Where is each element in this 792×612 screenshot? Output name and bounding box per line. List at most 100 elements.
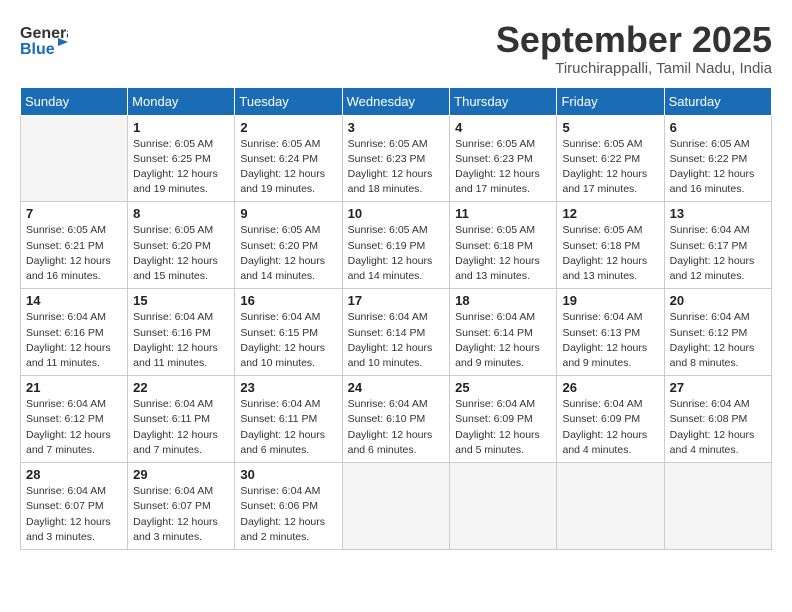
calendar-day-cell: 3 Sunrise: 6:05 AM Sunset: 6:23 PM Daylig… — [342, 115, 450, 202]
calendar-day-cell: 19Sunrise: 6:04 AM Sunset: 6:13 PM Dayli… — [557, 289, 664, 376]
calendar-week-row: 28 Sunrise: 6:04 AM Sunset: 6:07 PM Dayli… — [21, 463, 772, 550]
day-info: Sunrise: 6:04 AM Sunset: 6:10 PM Dayligh… — [348, 397, 445, 458]
calendar-table: SundayMondayTuesdayWednesdayThursdayFrid… — [20, 87, 772, 550]
day-info: Sunrise: 6:04 AM Sunset: 6:11 PM Dayligh… — [240, 397, 336, 458]
calendar-day-cell: 8 Sunrise: 6:05 AM Sunset: 6:20 PM Daylig… — [128, 202, 235, 289]
calendar-week-row: 7 Sunrise: 6:05 AM Sunset: 6:21 PM Daylig… — [21, 202, 772, 289]
day-number: 20 — [670, 293, 766, 308]
day-info: Sunrise: 6:04 AM Sunset: 6:07 PM Dayligh… — [26, 484, 122, 545]
calendar-day-cell: 13 Sunrise: 6:04 AM Sunset: 6:17 PM Dayli… — [664, 202, 771, 289]
day-number: 16 — [240, 293, 336, 308]
weekday-header: Monday — [128, 87, 235, 115]
day-info: Sunrise: 6:04 AM Sunset: 6:14 PM Dayligh… — [455, 310, 551, 371]
day-info: Sunrise: 6:04 AM Sunset: 6:16 PM Dayligh… — [26, 310, 122, 371]
weekday-header: Wednesday — [342, 87, 450, 115]
calendar-week-row: 14 Sunrise: 6:04 AM Sunset: 6:16 PM Dayli… — [21, 289, 772, 376]
day-number: 13 — [670, 206, 766, 221]
day-number: 6 — [670, 120, 766, 135]
day-info: Sunrise: 6:05 AM Sunset: 6:18 PM Dayligh… — [562, 223, 658, 284]
weekday-header: Tuesday — [235, 87, 342, 115]
day-info: Sunrise: 6:04 AM Sunset: 6:08 PM Dayligh… — [670, 397, 766, 458]
day-info: Sunrise: 6:05 AM Sunset: 6:20 PM Dayligh… — [240, 223, 336, 284]
weekday-header-row: SundayMondayTuesdayWednesdayThursdayFrid… — [21, 87, 772, 115]
day-number: 5 — [562, 120, 658, 135]
calendar-day-cell — [21, 115, 128, 202]
logo-icon: General Blue — [20, 20, 68, 62]
calendar-day-cell: 28 Sunrise: 6:04 AM Sunset: 6:07 PM Dayli… — [21, 463, 128, 550]
day-info: Sunrise: 6:04 AM Sunset: 6:14 PM Dayligh… — [348, 310, 445, 371]
day-info: Sunrise: 6:05 AM Sunset: 6:25 PM Dayligh… — [133, 137, 229, 198]
calendar-day-cell: 9 Sunrise: 6:05 AM Sunset: 6:20 PM Daylig… — [235, 202, 342, 289]
day-number: 15 — [133, 293, 229, 308]
calendar-week-row: 21 Sunrise: 6:04 AM Sunset: 6:12 PM Dayli… — [21, 376, 772, 463]
title-area: September 2025 Tiruchirappalli, Tamil Na… — [496, 20, 772, 77]
weekday-header: Sunday — [21, 87, 128, 115]
day-number: 21 — [26, 380, 122, 395]
day-info: Sunrise: 6:04 AM Sunset: 6:09 PM Dayligh… — [562, 397, 658, 458]
calendar-day-cell — [342, 463, 450, 550]
svg-text:Blue: Blue — [20, 41, 55, 58]
calendar-day-cell: 20 Sunrise: 6:04 AM Sunset: 6:12 PM Dayli… — [664, 289, 771, 376]
day-info: Sunrise: 6:04 AM Sunset: 6:09 PM Dayligh… — [455, 397, 551, 458]
calendar-day-cell: 23 Sunrise: 6:04 AM Sunset: 6:11 PM Dayli… — [235, 376, 342, 463]
calendar-day-cell: 24 Sunrise: 6:04 AM Sunset: 6:10 PM Dayli… — [342, 376, 450, 463]
calendar-day-cell — [557, 463, 664, 550]
calendar-day-cell: 30Sunrise: 6:04 AM Sunset: 6:06 PM Dayli… — [235, 463, 342, 550]
day-number: 30 — [240, 467, 336, 482]
calendar-week-row: 1Sunrise: 6:05 AM Sunset: 6:25 PM Daylig… — [21, 115, 772, 202]
day-number: 8 — [133, 206, 229, 221]
day-number: 10 — [348, 206, 445, 221]
day-info: Sunrise: 6:04 AM Sunset: 6:15 PM Dayligh… — [240, 310, 336, 371]
day-info: Sunrise: 6:05 AM Sunset: 6:21 PM Dayligh… — [26, 223, 122, 284]
day-info: Sunrise: 6:04 AM Sunset: 6:12 PM Dayligh… — [670, 310, 766, 371]
calendar-day-cell: 29Sunrise: 6:04 AM Sunset: 6:07 PM Dayli… — [128, 463, 235, 550]
day-info: Sunrise: 6:04 AM Sunset: 6:11 PM Dayligh… — [133, 397, 229, 458]
day-info: Sunrise: 6:05 AM Sunset: 6:22 PM Dayligh… — [562, 137, 658, 198]
day-info: Sunrise: 6:04 AM Sunset: 6:12 PM Dayligh… — [26, 397, 122, 458]
day-number: 28 — [26, 467, 122, 482]
day-info: Sunrise: 6:05 AM Sunset: 6:23 PM Dayligh… — [348, 137, 445, 198]
day-number: 27 — [670, 380, 766, 395]
calendar-day-cell: 5 Sunrise: 6:05 AM Sunset: 6:22 PM Daylig… — [557, 115, 664, 202]
calendar-day-cell: 18 Sunrise: 6:04 AM Sunset: 6:14 PM Dayli… — [450, 289, 557, 376]
calendar-day-cell — [664, 463, 771, 550]
calendar-day-cell: 22 Sunrise: 6:04 AM Sunset: 6:11 PM Dayli… — [128, 376, 235, 463]
calendar-day-cell: 6 Sunrise: 6:05 AM Sunset: 6:22 PM Daylig… — [664, 115, 771, 202]
day-info: Sunrise: 6:04 AM Sunset: 6:17 PM Dayligh… — [670, 223, 766, 284]
day-info: Sunrise: 6:05 AM Sunset: 6:18 PM Dayligh… — [455, 223, 551, 284]
day-number: 29 — [133, 467, 229, 482]
day-info: Sunrise: 6:05 AM Sunset: 6:22 PM Dayligh… — [670, 137, 766, 198]
day-number: 23 — [240, 380, 336, 395]
day-number: 24 — [348, 380, 445, 395]
page-header: General Blue September 2025 Tiruchirappa… — [20, 20, 772, 77]
day-info: Sunrise: 6:05 AM Sunset: 6:19 PM Dayligh… — [348, 223, 445, 284]
logo: General Blue — [20, 20, 68, 62]
day-number: 12 — [562, 206, 658, 221]
day-number: 3 — [348, 120, 445, 135]
day-number: 18 — [455, 293, 551, 308]
calendar-day-cell: 4Sunrise: 6:05 AM Sunset: 6:23 PM Daylig… — [450, 115, 557, 202]
calendar-day-cell: 21 Sunrise: 6:04 AM Sunset: 6:12 PM Dayli… — [21, 376, 128, 463]
calendar-day-cell: 14 Sunrise: 6:04 AM Sunset: 6:16 PM Dayli… — [21, 289, 128, 376]
day-number: 7 — [26, 206, 122, 221]
calendar-day-cell: 2 Sunrise: 6:05 AM Sunset: 6:24 PM Daylig… — [235, 115, 342, 202]
location-subtitle: Tiruchirappalli, Tamil Nadu, India — [496, 60, 772, 77]
day-number: 11 — [455, 206, 551, 221]
day-number: 2 — [240, 120, 336, 135]
day-number: 9 — [240, 206, 336, 221]
calendar-day-cell: 27 Sunrise: 6:04 AM Sunset: 6:08 PM Dayli… — [664, 376, 771, 463]
day-info: Sunrise: 6:05 AM Sunset: 6:24 PM Dayligh… — [240, 137, 336, 198]
day-number: 25 — [455, 380, 551, 395]
day-number: 26 — [562, 380, 658, 395]
day-info: Sunrise: 6:05 AM Sunset: 6:20 PM Dayligh… — [133, 223, 229, 284]
month-title: September 2025 — [496, 20, 772, 60]
weekday-header: Saturday — [664, 87, 771, 115]
day-number: 14 — [26, 293, 122, 308]
calendar-day-cell: 12 Sunrise: 6:05 AM Sunset: 6:18 PM Dayli… — [557, 202, 664, 289]
day-info: Sunrise: 6:04 AM Sunset: 6:13 PM Dayligh… — [562, 310, 658, 371]
calendar-day-cell: 15Sunrise: 6:04 AM Sunset: 6:16 PM Dayli… — [128, 289, 235, 376]
calendar-day-cell: 25 Sunrise: 6:04 AM Sunset: 6:09 PM Dayli… — [450, 376, 557, 463]
calendar-day-cell: 17Sunrise: 6:04 AM Sunset: 6:14 PM Dayli… — [342, 289, 450, 376]
day-number: 22 — [133, 380, 229, 395]
calendar-day-cell: 7 Sunrise: 6:05 AM Sunset: 6:21 PM Daylig… — [21, 202, 128, 289]
